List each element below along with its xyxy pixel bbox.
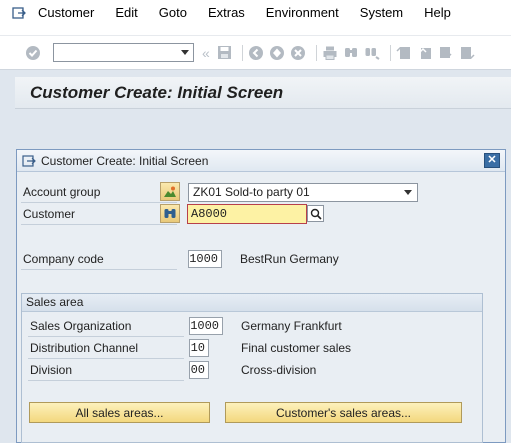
sales-org-input[interactable]: 1000 — [189, 317, 223, 335]
menu-bar: Customer Edit Goto Extras Environment Sy… — [0, 0, 511, 36]
company-code-input[interactable]: 1000 — [188, 250, 222, 268]
next-page-icon[interactable] — [438, 44, 455, 61]
label-underline — [21, 269, 177, 270]
company-code-description: BestRun Germany — [240, 252, 339, 266]
find-icon[interactable] — [343, 44, 360, 61]
account-group-row: Account group ZK01 Sold-to party 01 — [17, 182, 507, 203]
dialog-title-bar: Customer Create: Initial Screen — [17, 150, 505, 172]
distribution-channel-input[interactable]: 10 — [189, 339, 209, 357]
standard-toolbar: « — [0, 36, 511, 70]
division-description: Cross-division — [241, 363, 317, 377]
first-page-icon[interactable] — [396, 44, 413, 61]
company-code-value: 1000 — [189, 252, 218, 266]
menu-extras[interactable]: Extras — [208, 5, 245, 20]
chevron-down-icon[interactable] — [181, 50, 189, 55]
customer-create-dialog: Customer Create: Initial Screen ✕ Accoun… — [16, 149, 506, 443]
cancel-icon[interactable] — [290, 44, 307, 61]
label-underline — [21, 202, 177, 203]
command-field[interactable] — [53, 43, 194, 62]
company-code-row: Company code 1000 BestRun Germany — [17, 249, 507, 270]
customer-search-help-icon[interactable] — [160, 204, 180, 223]
all-sales-areas-button[interactable]: All sales areas... — [29, 402, 210, 423]
division-row: Division 00 Cross-division — [22, 360, 482, 381]
sales-area-title: Sales area — [22, 294, 482, 312]
company-code-label: Company code — [23, 252, 104, 266]
distribution-channel-row: Distribution Channel 10 Final customer s… — [22, 338, 482, 359]
account-group-icon[interactable] — [160, 182, 180, 201]
sales-area-group: Sales area Sales Organization 1000 Germa… — [21, 293, 483, 443]
account-group-label: Account group — [23, 185, 101, 199]
distribution-channel-label: Distribution Channel — [30, 341, 139, 355]
customer-label: Customer — [23, 207, 76, 221]
distribution-channel-description: Final customer sales — [241, 341, 352, 355]
customer-value: A8000 — [191, 207, 228, 221]
menu-exit-icon[interactable] — [12, 6, 26, 20]
print-icon[interactable] — [322, 44, 339, 61]
save-icon[interactable] — [216, 44, 233, 61]
account-group-value: ZK01 Sold-to party 01 — [193, 185, 310, 199]
label-underline — [28, 358, 184, 359]
back-icon[interactable] — [248, 44, 265, 61]
customers-sales-areas-button[interactable]: Customer's sales areas... — [225, 402, 462, 423]
label-underline — [28, 336, 184, 337]
last-page-icon[interactable] — [459, 44, 476, 61]
sales-org-value: 1000 — [190, 319, 219, 333]
previous-page-icon[interactable] — [417, 44, 434, 61]
sales-org-label: Sales Organization — [30, 319, 132, 333]
chevron-down-icon[interactable] — [404, 190, 412, 195]
dialog-title: Customer Create: Initial Screen — [41, 153, 209, 168]
toolbar-separator — [241, 44, 243, 61]
toolbar-chevron-icon: « — [202, 44, 210, 61]
menu-environment[interactable]: Environment — [266, 5, 339, 20]
menu-edit[interactable]: Edit — [115, 5, 137, 20]
close-icon[interactable]: ✕ — [484, 153, 500, 168]
application-toolbar — [15, 110, 511, 143]
exit-icon[interactable] — [269, 44, 286, 61]
menu-customer[interactable]: Customer — [38, 5, 94, 20]
enter-icon[interactable] — [24, 44, 41, 61]
customer-input[interactable]: A8000 — [187, 204, 307, 224]
label-underline — [28, 380, 184, 381]
toolbar-separator — [389, 44, 391, 61]
screen-title-bar: Customer Create: Initial Screen — [15, 77, 511, 109]
division-label: Division — [30, 363, 73, 377]
dialog-window-icon — [22, 154, 36, 167]
customer-row: Customer A8000 — [17, 204, 507, 225]
page-title: Customer Create: Initial Screen — [30, 82, 284, 102]
label-underline — [21, 224, 177, 225]
menu-goto[interactable]: Goto — [159, 5, 187, 20]
division-value: 00 — [190, 363, 205, 377]
menu-system[interactable]: System — [360, 5, 403, 20]
toolbar-separator — [315, 44, 317, 61]
account-group-select[interactable]: ZK01 Sold-to party 01 — [188, 183, 418, 202]
find-next-icon[interactable] — [364, 44, 381, 61]
menu-help[interactable]: Help — [424, 5, 451, 20]
division-input[interactable]: 00 — [189, 361, 209, 379]
sales-org-description: Germany Frankfurt — [241, 319, 342, 333]
distribution-channel-value: 10 — [190, 341, 205, 355]
sales-org-row: Sales Organization 1000 Germany Frankfur… — [22, 316, 482, 337]
search-icon[interactable] — [307, 205, 324, 222]
